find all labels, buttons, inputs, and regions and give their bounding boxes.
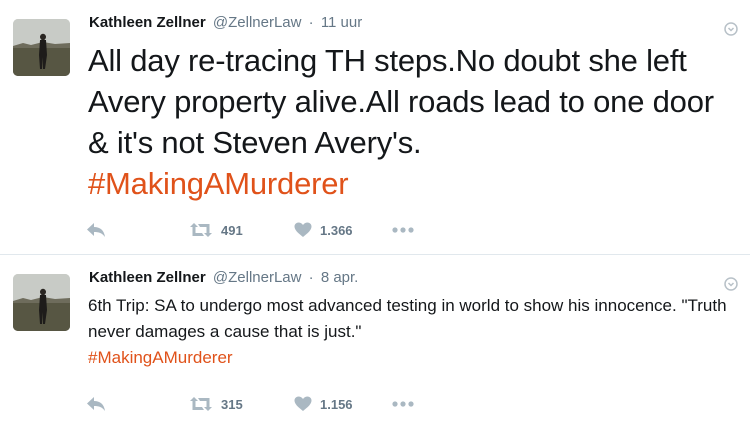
like-button[interactable]: 1.156 [294, 393, 353, 415]
more-button[interactable] [392, 393, 414, 415]
tweet-header: Kathleen Zellner @ZellnerLaw · 11 uur [89, 14, 362, 31]
like-count: 1.156 [320, 396, 353, 412]
tweet-header: Kathleen Zellner @ZellnerLaw · 8 apr. [89, 269, 358, 286]
tweet-text: 6th Trip: SA to undergo most advanced te… [88, 293, 728, 371]
reply-icon [86, 396, 106, 412]
author-name[interactable]: Kathleen Zellner [89, 269, 206, 286]
avatar[interactable] [13, 19, 70, 76]
retweet-icon [189, 222, 213, 238]
chevron-down-icon[interactable] [724, 22, 738, 36]
tweet-timestamp[interactable]: 11 uur [321, 14, 362, 31]
tweet-divider [0, 254, 750, 255]
avatar[interactable] [13, 274, 70, 331]
hashtag-link[interactable]: #MakingAMurderer [88, 166, 349, 201]
retweet-icon [189, 396, 213, 412]
reply-button[interactable] [86, 393, 106, 415]
reply-icon [86, 222, 106, 238]
like-count: 1.366 [320, 222, 353, 238]
heart-icon [294, 222, 312, 238]
tweet-body: All day re-tracing TH steps.No doubt she… [88, 43, 714, 160]
retweet-count: 315 [221, 396, 243, 412]
retweet-button[interactable]: 491 [189, 219, 243, 241]
tweet-timestamp[interactable]: 8 apr. [321, 269, 359, 286]
like-button[interactable]: 1.366 [294, 219, 353, 241]
tweet-body: 6th Trip: SA to undergo most advanced te… [88, 296, 727, 341]
author-name[interactable]: Kathleen Zellner [89, 14, 206, 31]
reply-button[interactable] [86, 219, 106, 241]
more-dots-icon [392, 227, 414, 233]
author-handle[interactable]: @ZellnerLaw [213, 269, 302, 286]
more-button[interactable] [392, 219, 414, 241]
author-handle[interactable]: @ZellnerLaw [213, 14, 302, 31]
heart-icon [294, 396, 312, 412]
retweet-button[interactable]: 315 [189, 393, 243, 415]
retweet-count: 491 [221, 222, 243, 238]
meta-separator: · [308, 269, 314, 286]
chevron-down-icon[interactable] [724, 277, 738, 291]
hashtag-link[interactable]: #MakingAMurderer [88, 348, 233, 367]
meta-separator: · [308, 14, 314, 31]
more-dots-icon [392, 401, 414, 407]
tweet-text: All day re-tracing TH steps.No doubt she… [88, 40, 728, 204]
